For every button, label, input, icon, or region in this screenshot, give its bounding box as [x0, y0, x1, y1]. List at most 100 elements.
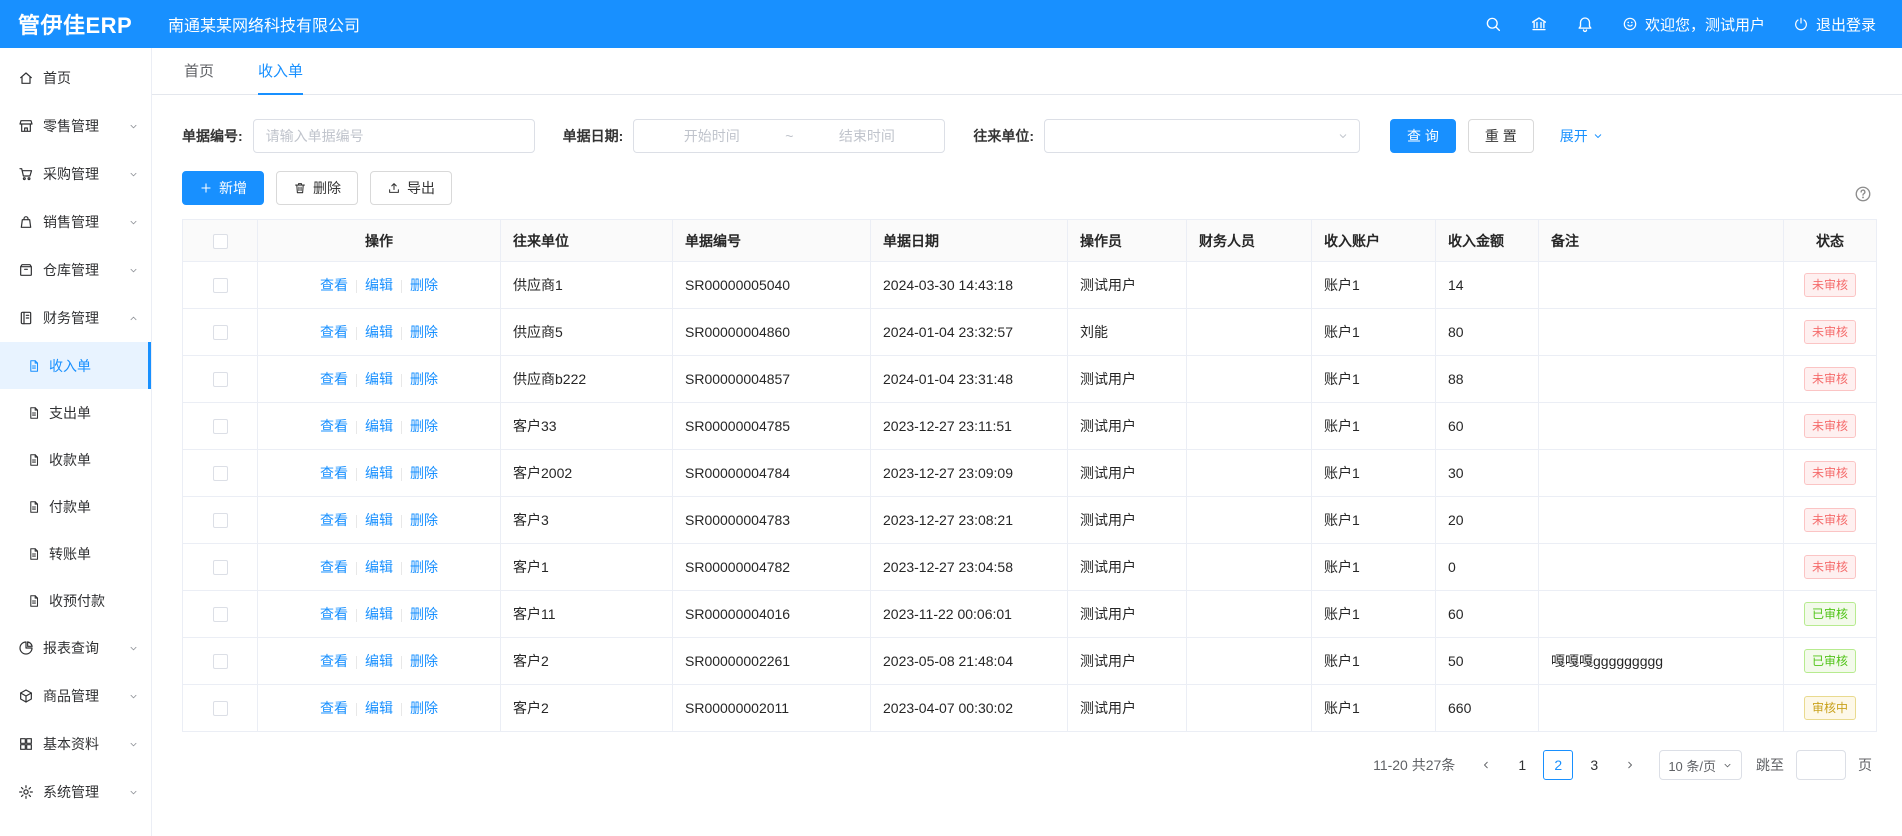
help-icon[interactable] — [1854, 185, 1872, 203]
cell-account: 账户1 — [1312, 497, 1436, 544]
bank-icon[interactable] — [1530, 15, 1548, 33]
edit-link[interactable]: 编辑 — [365, 700, 393, 716]
table-header-row: 操作 往来单位 单据编号 单据日期 操作员 财务人员 收入账户 收入金额 备注 … — [183, 220, 1877, 262]
page-number-button[interactable]: 2 — [1543, 750, 1573, 780]
view-link[interactable]: 查看 — [320, 277, 348, 293]
sidebar-subitem[interactable]: 支出单 — [0, 389, 151, 436]
edit-link[interactable]: 编辑 — [365, 559, 393, 575]
delete-link[interactable]: 删除 — [410, 418, 438, 434]
delete-link[interactable]: 删除 — [410, 371, 438, 387]
delete-link[interactable]: 删除 — [410, 700, 438, 716]
edit-link[interactable]: 编辑 — [365, 277, 393, 293]
row-checkbox[interactable] — [213, 654, 228, 669]
cell-account: 账户1 — [1312, 685, 1436, 732]
search-button[interactable]: 查 询 — [1390, 119, 1456, 153]
row-checkbox[interactable] — [213, 701, 228, 716]
sidebar-subitem[interactable]: 收入单 — [0, 342, 151, 389]
delete-button[interactable]: 删除 — [276, 171, 358, 205]
view-link[interactable]: 查看 — [320, 465, 348, 481]
row-checkbox[interactable] — [213, 372, 228, 387]
divider — [356, 562, 357, 575]
doc-icon — [27, 359, 41, 373]
delete-link[interactable]: 删除 — [410, 465, 438, 481]
row-checkbox[interactable] — [213, 419, 228, 434]
view-link[interactable]: 查看 — [320, 512, 348, 528]
edit-link[interactable]: 编辑 — [365, 465, 393, 481]
bill-no-input[interactable] — [253, 119, 535, 153]
cell-operator: 测试用户 — [1068, 685, 1187, 732]
partner-select[interactable] — [1044, 119, 1360, 153]
status-badge: 未审核 — [1804, 555, 1856, 579]
delete-link[interactable]: 删除 — [410, 559, 438, 575]
sidebar-item-system[interactable]: 系统管理 — [0, 768, 151, 816]
col-amount: 收入金额 — [1436, 220, 1539, 262]
view-link[interactable]: 查看 — [320, 324, 348, 340]
page-size-select[interactable]: 10 条/页 — [1659, 750, 1742, 780]
sidebar-subitem[interactable]: 转账单 — [0, 530, 151, 577]
sidebar-item-finance[interactable]: 财务管理 — [0, 294, 151, 342]
view-link[interactable]: 查看 — [320, 418, 348, 434]
row-checkbox[interactable] — [213, 560, 228, 575]
delete-link[interactable]: 删除 — [410, 324, 438, 340]
sidebar-item-purchase[interactable]: 采购管理 — [0, 150, 151, 198]
start-date-input[interactable] — [644, 128, 779, 144]
sidebar-item-home[interactable]: 首页 — [0, 54, 151, 102]
sidebar-subitem[interactable]: 付款单 — [0, 483, 151, 530]
reset-button[interactable]: 重 置 — [1468, 119, 1534, 153]
doc-icon — [27, 547, 41, 561]
jump-page-input[interactable] — [1796, 750, 1846, 780]
date-range-picker[interactable]: ~ — [633, 119, 945, 153]
select-all-checkbox[interactable] — [213, 234, 228, 249]
tab-home[interactable]: 首页 — [184, 48, 214, 95]
delete-link[interactable]: 删除 — [410, 512, 438, 528]
user-welcome[interactable]: 欢迎您，测试用户 — [1622, 14, 1765, 35]
sidebar-item-warehouse[interactable]: 仓库管理 — [0, 246, 151, 294]
edit-link[interactable]: 编辑 — [365, 606, 393, 622]
delete-link[interactable]: 删除 — [410, 653, 438, 669]
row-checkbox[interactable] — [213, 325, 228, 340]
export-button[interactable]: 导出 — [370, 171, 452, 205]
sidebar-item-reports[interactable]: 报表查询 — [0, 624, 151, 672]
cell-operator: 测试用户 — [1068, 262, 1187, 309]
view-link[interactable]: 查看 — [320, 371, 348, 387]
row-checkbox[interactable] — [213, 466, 228, 481]
table-row: 查看编辑删除 客户2002 SR00000004784 2023-12-27 2… — [183, 450, 1877, 497]
end-date-input[interactable] — [799, 128, 934, 144]
page-number-button[interactable]: 1 — [1507, 750, 1537, 780]
prev-page-button[interactable] — [1471, 750, 1501, 780]
delete-link[interactable]: 删除 — [410, 277, 438, 293]
view-link[interactable]: 查看 — [320, 700, 348, 716]
sidebar-item-sales[interactable]: 销售管理 — [0, 198, 151, 246]
edit-link[interactable]: 编辑 — [365, 418, 393, 434]
row-checkbox[interactable] — [213, 607, 228, 622]
edit-link[interactable]: 编辑 — [365, 324, 393, 340]
sidebar-item-retail[interactable]: 零售管理 — [0, 102, 151, 150]
doc-icon — [27, 406, 41, 420]
edit-link[interactable]: 编辑 — [365, 371, 393, 387]
table-row: 查看编辑删除 供应商5 SR00000004860 2024-01-04 23:… — [183, 309, 1877, 356]
view-link[interactable]: 查看 — [320, 653, 348, 669]
bell-icon[interactable] — [1576, 15, 1594, 33]
sidebar-item-basedata[interactable]: 基本资料 — [0, 720, 151, 768]
cell-amount: 60 — [1436, 591, 1539, 638]
next-page-button[interactable] — [1615, 750, 1645, 780]
logout-button[interactable]: 退出登录 — [1793, 14, 1876, 35]
search-icon[interactable] — [1484, 15, 1502, 33]
cell-bill-no: SR00000004782 — [673, 544, 871, 591]
sidebar-item-goods[interactable]: 商品管理 — [0, 672, 151, 720]
sidebar-subitem[interactable]: 收预付款 — [0, 577, 151, 624]
cell-bill-no: SR00000002261 — [673, 638, 871, 685]
tab-income-bill[interactable]: 收入单 — [258, 48, 303, 95]
expand-link[interactable]: 展开 — [1560, 126, 1604, 146]
delete-link[interactable]: 删除 — [410, 606, 438, 622]
add-button[interactable]: 新增 — [182, 171, 264, 205]
edit-link[interactable]: 编辑 — [365, 653, 393, 669]
view-link[interactable]: 查看 — [320, 559, 348, 575]
view-link[interactable]: 查看 — [320, 606, 348, 622]
row-checkbox[interactable] — [213, 513, 228, 528]
row-checkbox[interactable] — [213, 278, 228, 293]
divider — [401, 703, 402, 716]
page-number-button[interactable]: 3 — [1579, 750, 1609, 780]
edit-link[interactable]: 编辑 — [365, 512, 393, 528]
sidebar-subitem[interactable]: 收款单 — [0, 436, 151, 483]
